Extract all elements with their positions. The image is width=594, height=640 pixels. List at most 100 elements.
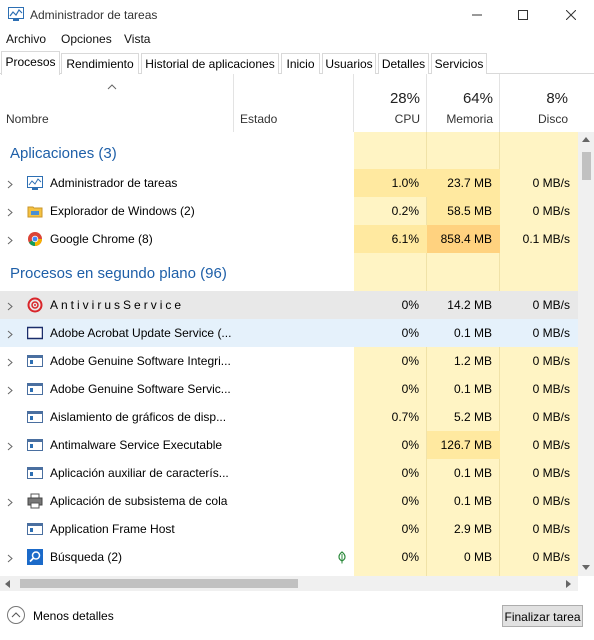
service-icon (27, 437, 43, 453)
cpu-value: 6.1% (391, 232, 419, 246)
horizontal-scroll-thumb[interactable] (20, 579, 298, 588)
process-row[interactable]: AntivirusService 0% 14.2 MB 0 MB/s (0, 291, 578, 319)
scroll-up-icon[interactable] (582, 137, 590, 142)
vertical-scrollbar[interactable] (578, 132, 594, 576)
process-row[interactable]: Aislamiento de gráficos de disp... 0.7% 5.… (0, 403, 578, 431)
chevron-right-icon[interactable] (7, 300, 13, 314)
chevron-up-icon (7, 606, 25, 624)
process-row[interactable]: Adobe Acrobat Update Service (... 0% 0.1 M… (0, 319, 578, 347)
antivirus-icon (27, 297, 43, 313)
cpu-value: 0% (401, 438, 419, 452)
chevron-right-icon[interactable] (7, 328, 13, 342)
cpu-value: 0% (401, 382, 419, 396)
column-name-header[interactable]: Nombre (0, 74, 234, 132)
process-name: Aislamiento de gráficos de disp... (50, 410, 227, 424)
cpu-value: 0% (401, 550, 419, 564)
end-task-button[interactable]: Finalizar tarea (502, 605, 583, 627)
memory-value: 0.1 MB (453, 382, 492, 396)
chevron-right-icon[interactable] (7, 234, 13, 248)
chevron-right-icon[interactable] (7, 178, 13, 192)
task-manager-icon (27, 175, 43, 191)
service-icon (27, 521, 43, 537)
disk-value: 0 MB/s (532, 550, 570, 564)
process-name: Adobe Genuine Software Integri... (50, 354, 231, 368)
chevron-right-icon[interactable] (7, 440, 13, 454)
disk-value: 0 MB/s (532, 438, 570, 452)
footer: Menos detalles Finalizar tarea (0, 596, 594, 640)
tab-inicio[interactable]: Inicio (281, 53, 320, 74)
column-status-header[interactable]: Estado (234, 74, 354, 132)
disk-value: 0 MB/s (532, 466, 570, 480)
cpu-value: 1.0% (391, 176, 419, 190)
minimize-icon (472, 14, 482, 16)
vertical-scroll-thumb[interactable] (582, 152, 591, 180)
process-name: Adobe Acrobat Update Service (... (50, 326, 232, 340)
cpu-value: 0% (401, 354, 419, 368)
cpu-value: 0% (401, 298, 419, 312)
horizontal-scrollbar[interactable] (0, 576, 578, 591)
sort-up-icon (107, 84, 117, 90)
close-button[interactable] (548, 0, 594, 30)
cpu-value: 0% (401, 522, 419, 536)
menu-archivo[interactable]: Archivo (6, 32, 46, 46)
chevron-right-icon[interactable] (7, 356, 13, 370)
process-row[interactable]: Aplicación auxiliar de caracterís... 0% 0.… (0, 459, 578, 487)
tab-historial[interactable]: Historial de aplicaciones (141, 53, 279, 74)
folder-icon (27, 203, 43, 219)
cpu-value: 0.2% (391, 204, 419, 218)
chevron-right-icon[interactable] (7, 496, 13, 510)
process-name: Antimalware Service Executable (50, 438, 223, 452)
column-disk-header[interactable]: 8% Disco (500, 74, 574, 132)
process-row[interactable]: Explorador de Windows (2) 0.2% 58.5 MB 0 MB… (0, 197, 578, 225)
process-name: Application Frame Host (50, 522, 175, 536)
process-row[interactable]: Antimalware Service Executable 0% 126.7 MB… (0, 431, 578, 459)
chevron-right-icon[interactable] (7, 552, 13, 566)
process-name: Adobe Genuine Software Servic... (50, 382, 231, 396)
process-row[interactable]: Búsqueda (2) 0% 0 MB 0 MB/s (0, 543, 578, 571)
process-row[interactable]: Application Frame Host 0% 2.9 MB 0 MB/s (0, 515, 578, 543)
column-memory-header[interactable]: 64% Memoria (427, 74, 500, 132)
disk-value: 0 MB/s (532, 204, 570, 218)
process-list: Aplicaciones (3) Administrador de tareas… (0, 132, 578, 576)
disk-value: 0 MB/s (532, 298, 570, 312)
scroll-left-icon[interactable] (5, 580, 10, 588)
chevron-right-icon[interactable] (7, 384, 13, 398)
scroll-right-icon[interactable] (566, 580, 571, 588)
tab-strip: Procesos Rendimiento Historial de aplica… (0, 51, 594, 75)
process-name: Aplicación auxiliar de caracterís... (50, 466, 229, 480)
disk-value: 0 MB/s (532, 410, 570, 424)
process-row[interactable]: Adobe Genuine Software Integri... 0% 1.2 M… (0, 347, 578, 375)
process-row[interactable]: Aplicación de subsistema de cola 0% 0.1 MB… (0, 487, 578, 515)
disk-value: 0.1 MB/s (522, 232, 570, 246)
group-background: Procesos en segundo plano (96) (10, 265, 227, 282)
disk-value: 0 MB/s (532, 354, 570, 368)
menu-bar: Archivo Opciones Vista (0, 30, 594, 50)
maximize-button[interactable] (500, 0, 546, 30)
column-header: Nombre Estado 28% CPU 64% Memoria 8% Dis… (0, 74, 594, 132)
service-icon (27, 353, 43, 369)
menu-vista[interactable]: Vista (124, 32, 150, 46)
tab-rendimiento[interactable]: Rendimiento (61, 53, 139, 74)
column-cpu-header[interactable]: 28% CPU (354, 74, 427, 132)
tab-usuarios[interactable]: Usuarios (322, 53, 376, 74)
minimize-button[interactable] (454, 0, 500, 30)
group-apps: Aplicaciones (3) (10, 145, 117, 162)
process-row[interactable]: Google Chrome (8) 6.1% 858.4 MB 0.1 MB/s (0, 225, 578, 253)
process-row[interactable]: Adobe Genuine Software Servic... 0% 0.1 MB… (0, 375, 578, 403)
title-bar: Administrador de tareas (0, 0, 594, 30)
fewer-details-button[interactable]: Menos detalles (7, 606, 117, 626)
service-icon (27, 381, 43, 397)
menu-opciones[interactable]: Opciones (61, 32, 112, 46)
process-row[interactable]: Administrador de tareas 1.0% 23.7 MB 0 MB/s (0, 169, 578, 197)
chevron-right-icon[interactable] (7, 206, 13, 220)
disk-value: 0 MB/s (532, 522, 570, 536)
tab-procesos[interactable]: Procesos (1, 51, 60, 75)
scroll-down-icon[interactable] (582, 565, 590, 570)
close-icon (566, 10, 576, 20)
memory-value: 23.7 MB (447, 176, 492, 190)
disk-value: 0 MB/s (532, 494, 570, 508)
cpu-value: 0.7% (391, 410, 419, 424)
process-name: Google Chrome (8) (50, 232, 153, 246)
tab-detalles[interactable]: Detalles (378, 53, 429, 74)
tab-servicios[interactable]: Servicios (431, 53, 487, 74)
